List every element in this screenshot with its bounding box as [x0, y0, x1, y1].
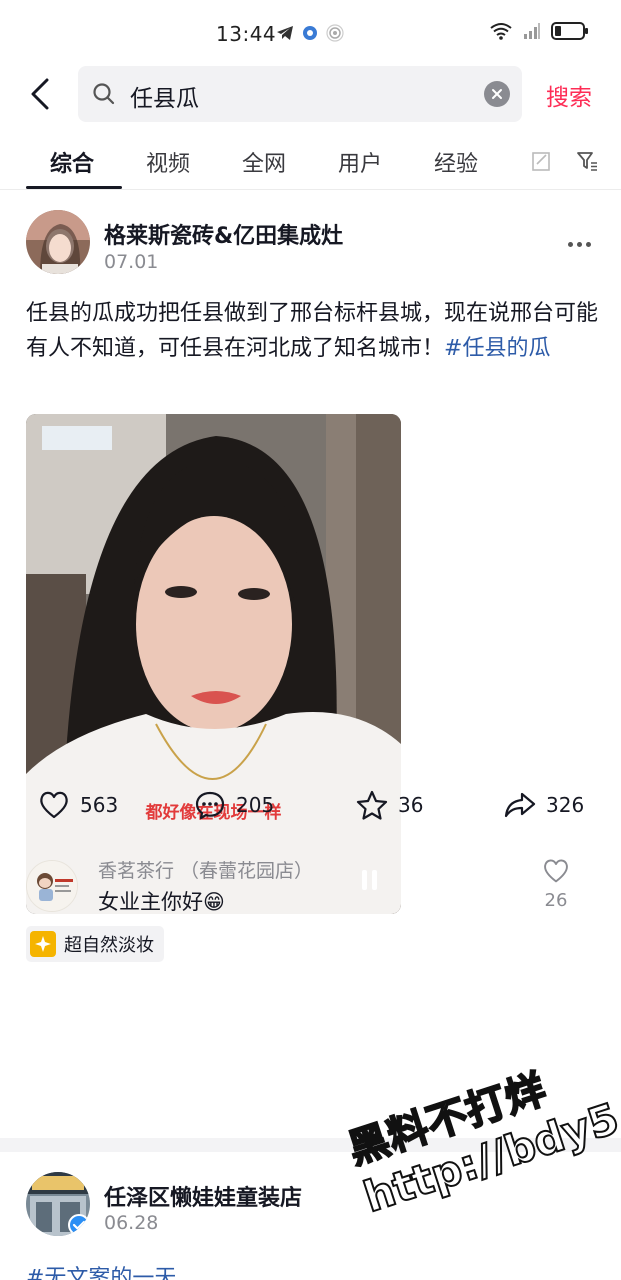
- top-comment[interactable]: 香茗茶行 （春蕾花园店） 女业主你好😁 26: [0, 856, 621, 926]
- share-button[interactable]: 326: [504, 790, 584, 820]
- like-count: 563: [80, 793, 119, 817]
- clear-search-button[interactable]: [484, 81, 510, 107]
- battery-icon: [551, 22, 588, 40]
- tab-video[interactable]: 视频: [146, 146, 190, 178]
- status-time: 13:44: [216, 22, 277, 46]
- star-icon: [356, 790, 388, 820]
- action-bar: 563 205 36 326: [0, 790, 621, 834]
- comment-like-button[interactable]: 26: [540, 858, 572, 911]
- back-button[interactable]: [22, 74, 58, 114]
- status-bar: 13:44: [0, 0, 621, 64]
- status-icons-right: [489, 22, 588, 40]
- hashtag-link[interactable]: #任县的瓜: [444, 336, 550, 361]
- comment-like-count: 26: [544, 890, 568, 911]
- status-icons-left: [276, 24, 344, 42]
- comment-button[interactable]: 205: [194, 790, 274, 820]
- effect-tag-label[interactable]: 超自然淡妆: [64, 931, 154, 957]
- more-options-button[interactable]: [568, 242, 591, 247]
- app-icon: [303, 26, 317, 40]
- verified-badge-icon: [68, 1214, 90, 1236]
- hotspot-icon: [326, 24, 344, 42]
- sparkle-icon: [30, 931, 56, 957]
- post-date: 06.28: [104, 1212, 159, 1234]
- hashtag-link[interactable]: #无文案的一天: [26, 1260, 176, 1280]
- video-player[interactable]: 都好像在现场一样: [26, 414, 401, 914]
- telegram-icon: [277, 26, 293, 40]
- video-thumbnail: [26, 414, 401, 914]
- avatar[interactable]: [26, 210, 90, 274]
- heart-icon: [40, 791, 68, 819]
- comment-icon: [195, 791, 225, 820]
- share-icon: [504, 792, 536, 818]
- post-date: 07.01: [104, 251, 159, 273]
- filter-icon[interactable]: [576, 150, 598, 172]
- search-query[interactable]: 任县瓜: [130, 79, 199, 113]
- search-button[interactable]: 搜索: [546, 78, 592, 112]
- favorite-count: 36: [398, 793, 424, 817]
- search-icon: [93, 83, 115, 105]
- tab-general[interactable]: 综合: [50, 146, 94, 178]
- edit-icon[interactable]: [532, 150, 552, 172]
- heart-icon: [544, 859, 568, 883]
- tab-web[interactable]: 全网: [242, 146, 286, 178]
- chevron-left-icon: [31, 78, 49, 110]
- comment-text: 女业主你好😁: [98, 890, 225, 914]
- effect-tag[interactable]: 超自然淡妆: [26, 926, 164, 962]
- close-icon: [492, 89, 502, 99]
- comment-username[interactable]: 香茗茶行 （春蕾花园店）: [98, 856, 313, 883]
- post-text: 任县的瓜成功把任县做到了邢台标杆县城，现在说邢台可能有人不知道，可任县在河北成了…: [26, 296, 598, 366]
- author-name[interactable]: 任泽区懒娃娃童装店: [104, 1180, 302, 1212]
- watermark: 黑料不打烊 http://bdy5.co: [340, 1017, 621, 1223]
- signal-icon: [524, 23, 540, 39]
- like-button[interactable]: 563: [38, 790, 118, 820]
- avatar[interactable]: [26, 1172, 90, 1236]
- tab-users[interactable]: 用户: [338, 146, 382, 178]
- comment-count: 205: [236, 793, 275, 817]
- favorite-button[interactable]: 36: [356, 790, 423, 820]
- wifi-icon: [490, 23, 512, 40]
- search-tabs: 综合 视频 全网 用户 经验: [0, 134, 621, 190]
- tab-experience[interactable]: 经验: [434, 146, 478, 178]
- share-count: 326: [546, 793, 585, 817]
- author-name[interactable]: 格莱斯瓷砖&亿田集成灶: [104, 218, 343, 250]
- active-tab-indicator: [26, 186, 122, 189]
- search-input[interactable]: 任县瓜: [78, 66, 522, 122]
- comment-avatar[interactable]: [26, 860, 78, 912]
